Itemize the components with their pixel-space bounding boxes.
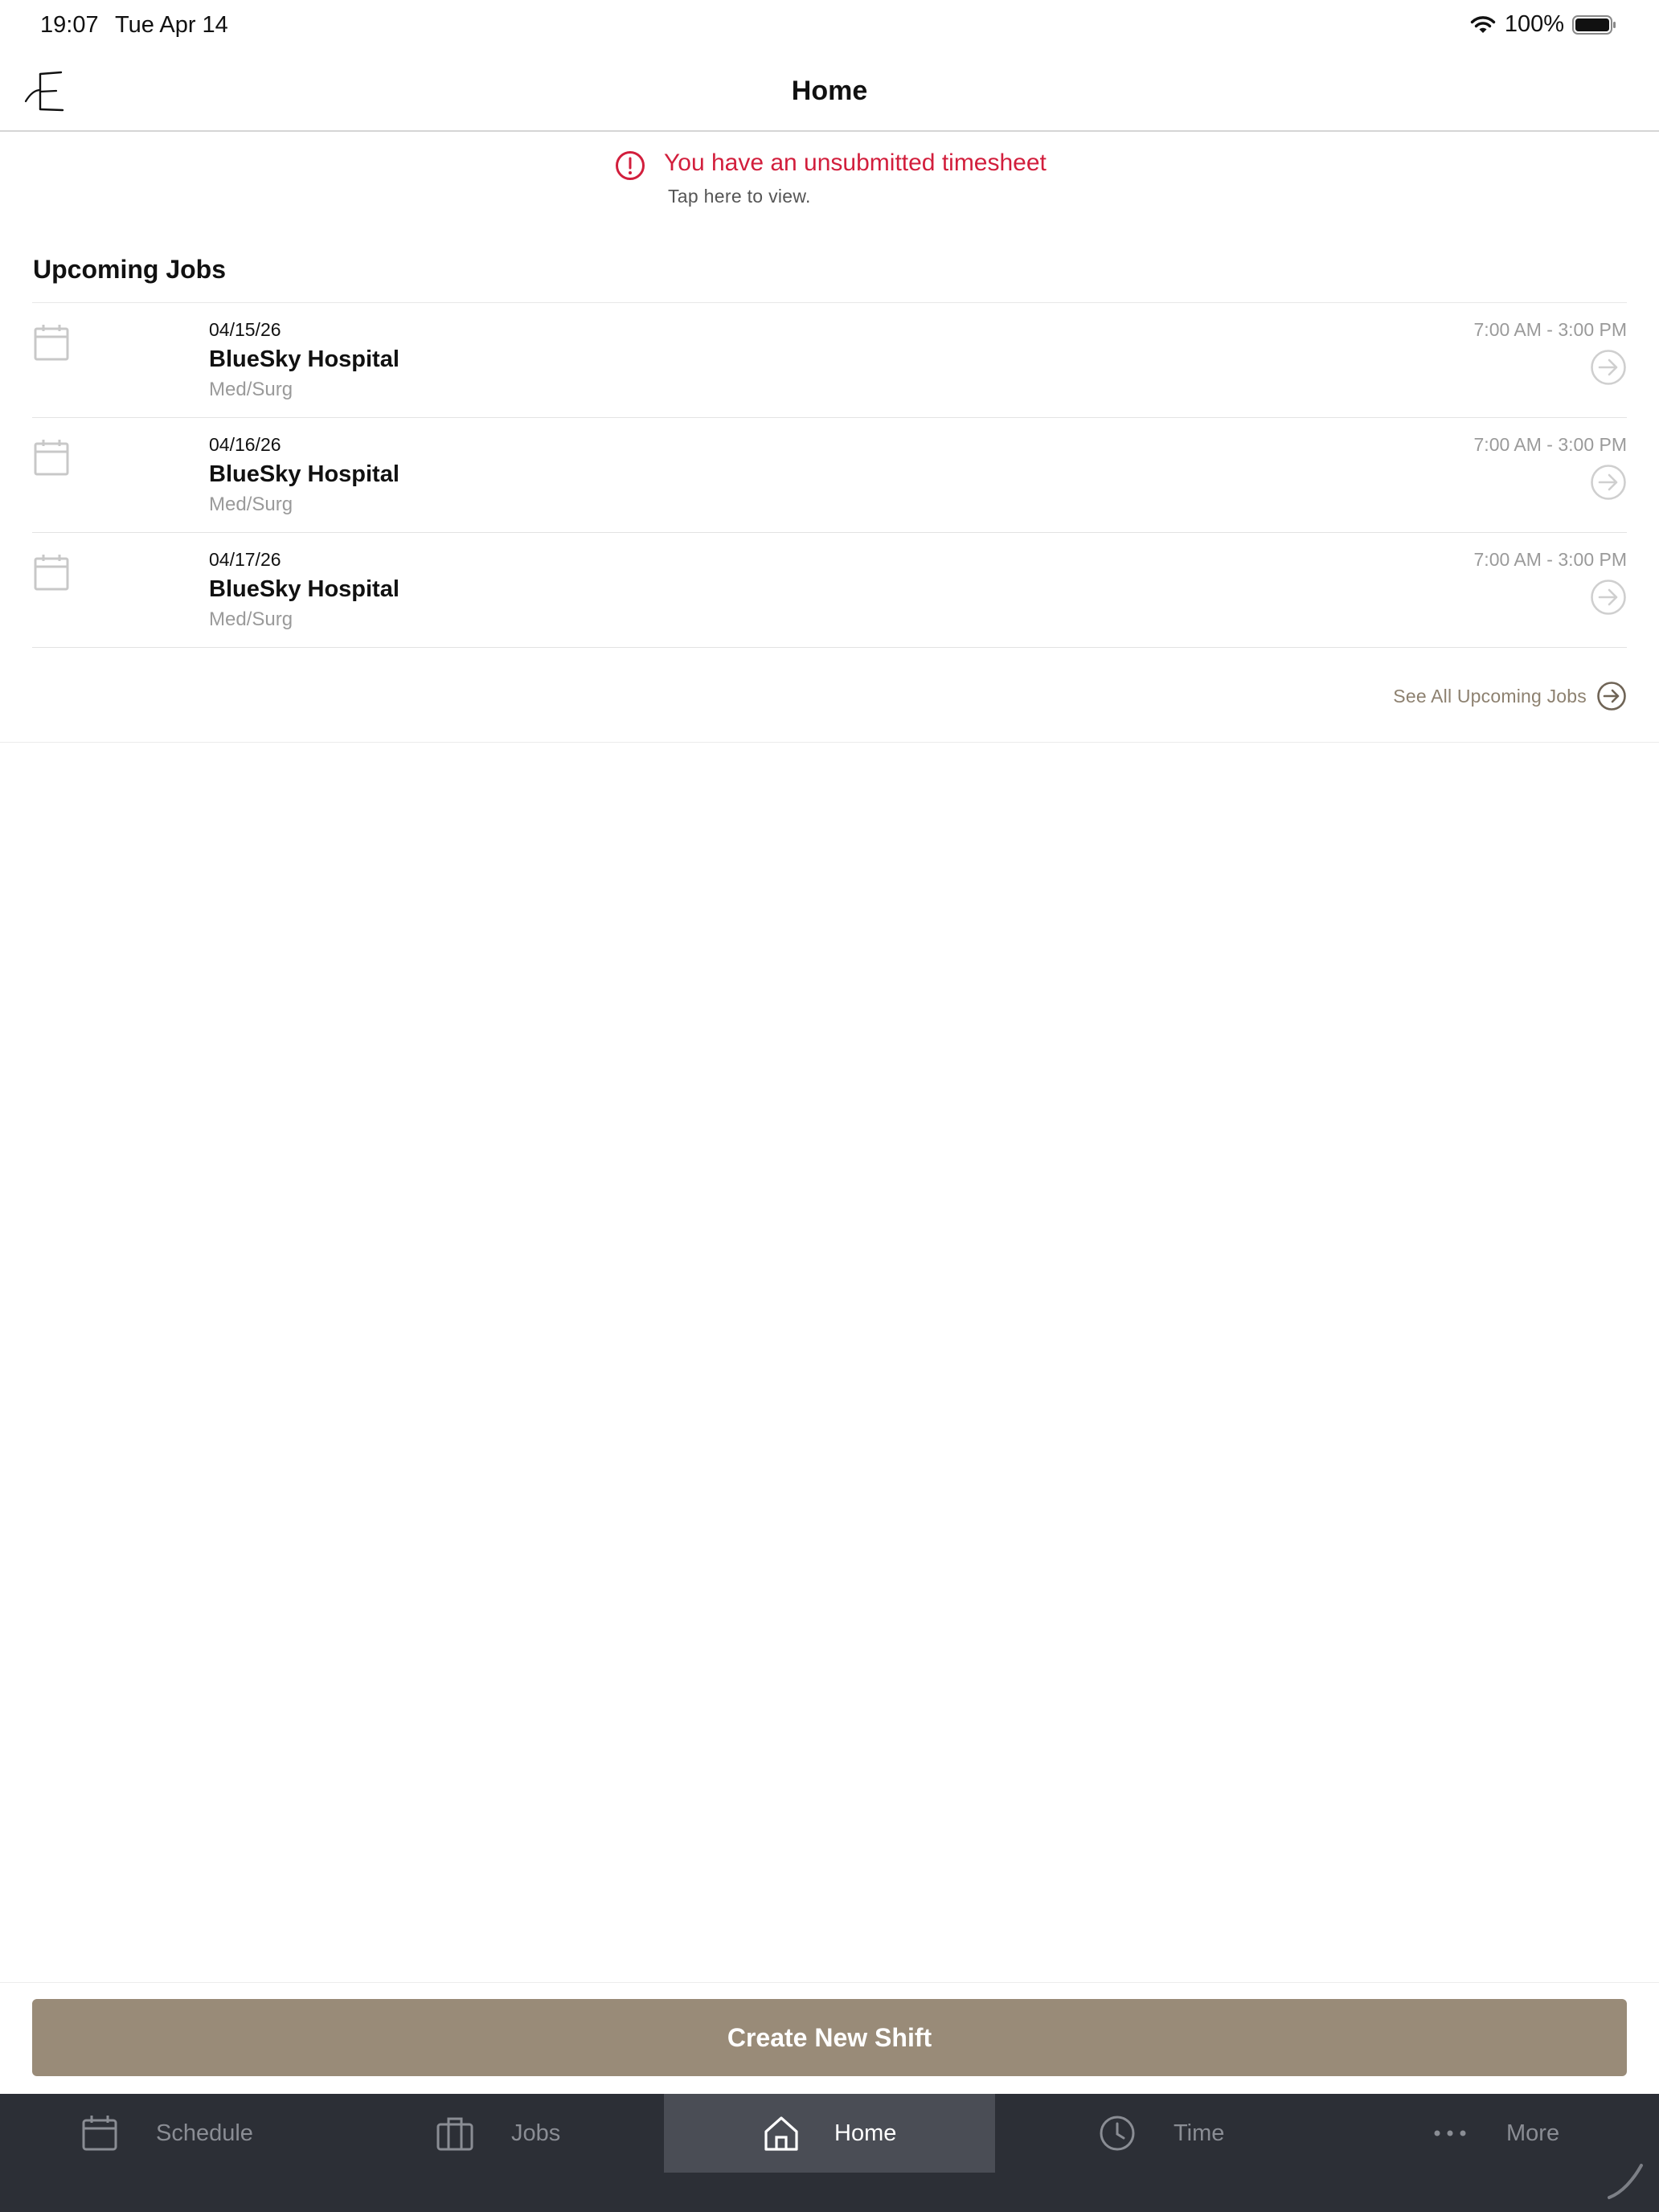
status-time: 19:07 [40, 12, 99, 38]
arrow-right-circle-icon[interactable] [1590, 464, 1627, 501]
wifi-icon [1470, 15, 1496, 33]
alert-title: You have an unsubmitted timesheet [664, 150, 1047, 176]
tab-label: More [1506, 2120, 1560, 2146]
job-date: 04/17/26 [209, 549, 281, 570]
arrow-right-circle-icon[interactable] [1590, 579, 1627, 616]
job-facility: BlueSky Hospital [209, 346, 399, 372]
create-new-shift-button[interactable]: Create New Shift [32, 1999, 1627, 2076]
battery-percentage: 100% [1504, 11, 1564, 37]
tab-more[interactable]: More [1431, 2094, 1559, 2173]
job-facility: BlueSky Hospital [209, 576, 399, 602]
tab-label: Schedule [156, 2120, 253, 2146]
alert-circle-icon [616, 151, 645, 180]
job-row[interactable]: 04/15/26 BlueSky Hospital Med/Surg 7:00 … [32, 303, 1627, 418]
upcoming-jobs-list: 04/15/26 BlueSky Hospital Med/Surg 7:00 … [32, 302, 1627, 648]
tab-label: Home [834, 2120, 897, 2146]
page-title: Home [791, 76, 868, 106]
tab-bar: Schedule Jobs Home Time More [0, 2094, 1659, 2212]
job-time: 7:00 AM - 3:00 PM [1473, 434, 1627, 455]
section-divider [0, 742, 1659, 743]
home-icon [764, 2116, 798, 2151]
tab-jobs[interactable]: Jobs [436, 2094, 560, 2173]
arrow-right-circle-icon[interactable] [1590, 349, 1627, 386]
tab-home[interactable]: Home [664, 2094, 995, 2173]
see-all-upcoming-jobs-link[interactable]: See All Upcoming Jobs [1393, 681, 1627, 711]
tab-time[interactable]: Time [1098, 2094, 1224, 2173]
more-dots-icon [1434, 2130, 1466, 2136]
arrow-right-circle-icon [1597, 682, 1626, 711]
status-indicators: 100% [1469, 11, 1617, 38]
job-row[interactable]: 04/16/26 BlueSky Hospital Med/Surg 7:00 … [32, 418, 1627, 533]
battery-icon [1572, 14, 1616, 35]
job-department: Med/Surg [209, 379, 293, 400]
job-date: 04/15/26 [209, 319, 281, 340]
see-all-label: See All Upcoming Jobs [1393, 685, 1587, 707]
clock-icon [1100, 2116, 1135, 2151]
calendar-icon [82, 2116, 117, 2151]
calendar-icon [34, 440, 69, 476]
job-department: Med/Surg [209, 494, 293, 515]
resize-handle-icon [1608, 2164, 1643, 2199]
status-bar: 19:07 Tue Apr 14 100% [0, 0, 1659, 53]
calendar-icon [34, 325, 69, 361]
job-facility: BlueSky Hospital [209, 461, 399, 487]
job-row[interactable]: 04/17/26 BlueSky Hospital Med/Surg 7:00 … [32, 533, 1627, 648]
tab-label: Jobs [511, 2120, 561, 2146]
job-date: 04/16/26 [209, 434, 281, 455]
bottom-divider [0, 1982, 1659, 1983]
unsubmitted-timesheet-alert[interactable]: You have an unsubmitted timesheet Tap he… [0, 145, 1659, 209]
job-department: Med/Surg [209, 608, 293, 630]
briefcase-icon [436, 2117, 473, 2151]
upcoming-jobs-heading: Upcoming Jobs [33, 255, 227, 284]
calendar-icon [34, 555, 69, 591]
job-time: 7:00 AM - 3:00 PM [1473, 319, 1627, 340]
status-date: Tue Apr 14 [115, 12, 228, 38]
navigation-bar: Home [0, 53, 1659, 132]
alert-subtitle: Tap here to view. [668, 186, 811, 207]
tab-schedule[interactable]: Schedule [80, 2094, 253, 2173]
job-time: 7:00 AM - 3:00 PM [1473, 549, 1627, 570]
tab-label: Time [1174, 2120, 1225, 2146]
